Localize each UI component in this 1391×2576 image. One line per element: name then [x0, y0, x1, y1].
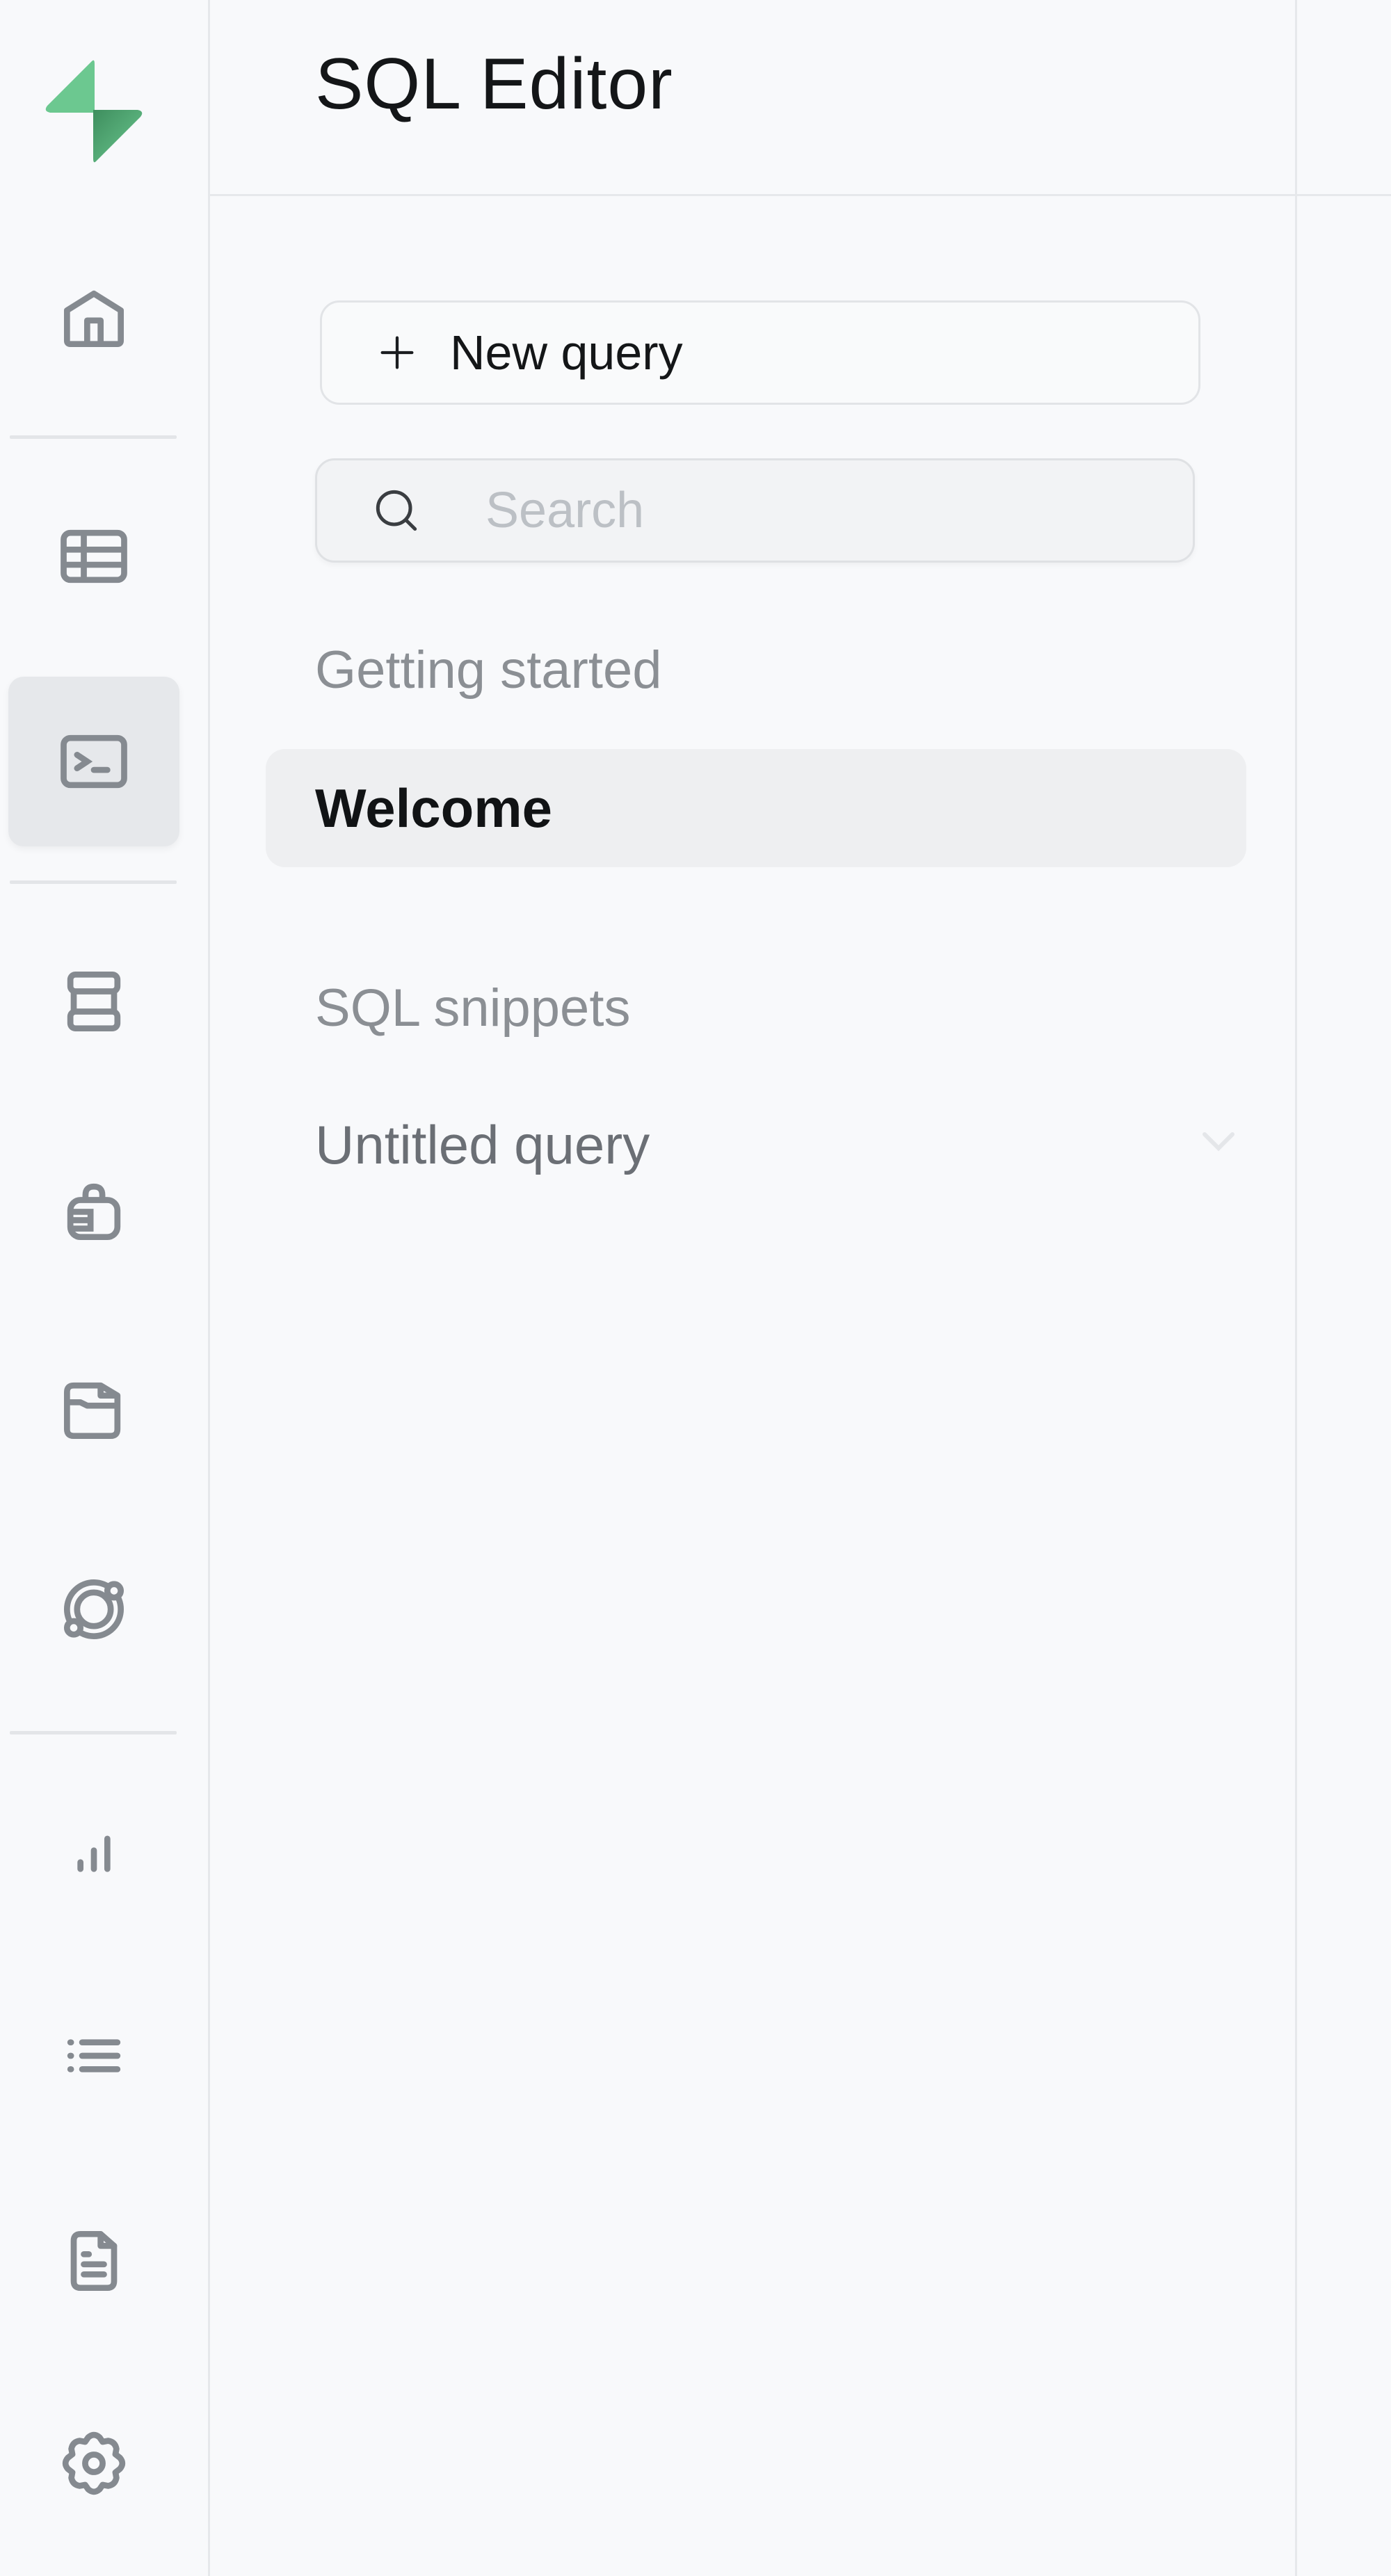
list-icon [67, 2039, 121, 2072]
sql-editor-panel: SQL Editor New query Getting started Wel… [210, 0, 1297, 2576]
nav-authentication[interactable] [8, 1125, 179, 1295]
terminal-icon [61, 734, 127, 789]
nav-sql-editor[interactable] [8, 677, 179, 846]
nav-divider [10, 1731, 177, 1734]
nav-divider [10, 880, 177, 884]
nav-home[interactable] [8, 232, 179, 402]
bar-chart-icon [77, 1835, 111, 1872]
nav-reports[interactable] [8, 1771, 179, 1940]
new-query-label: New query [450, 325, 683, 380]
main-header [1297, 0, 1391, 196]
folder-icon [63, 1382, 121, 1440]
nav-storage[interactable] [8, 1324, 179, 1494]
search-field[interactable] [315, 458, 1195, 563]
lock-icon [67, 1183, 121, 1241]
search-input[interactable] [484, 481, 1113, 540]
supabase-logo-icon[interactable] [43, 58, 145, 164]
home-icon [63, 290, 124, 348]
list-item-untitled-query[interactable]: Untitled query [266, 1086, 1246, 1204]
new-query-button[interactable]: New query [320, 300, 1200, 405]
nav-divider [10, 435, 177, 439]
database-icon [67, 971, 121, 1032]
list-item-welcome[interactable]: Welcome [266, 749, 1246, 867]
plus-icon [380, 336, 414, 369]
table-icon [61, 529, 127, 583]
chevron-down-icon[interactable] [1198, 1127, 1239, 1155]
section-label-getting-started: Getting started [315, 641, 662, 700]
main-editor-area [1297, 0, 1391, 2576]
search-icon [376, 490, 417, 531]
nav-logs[interactable] [8, 1971, 179, 2141]
sidebar-nav [0, 0, 210, 2576]
list-item-label: Welcome [315, 777, 553, 839]
nav-table-editor[interactable] [8, 472, 179, 641]
page-title: SQL Editor [315, 44, 673, 124]
document-icon [70, 2230, 118, 2292]
gear-icon [62, 2431, 126, 2495]
nav-settings[interactable] [8, 2378, 179, 2548]
list-item-label: Untitled query [315, 1113, 650, 1175]
realtime-orbit-icon [63, 1579, 124, 1640]
nav-realtime[interactable] [8, 1524, 179, 1694]
panel-header: SQL Editor [210, 0, 1297, 196]
nav-database[interactable] [8, 917, 179, 1086]
section-label-sql-snippets: SQL snippets [315, 979, 631, 1038]
nav-api-docs[interactable] [8, 2176, 179, 2346]
